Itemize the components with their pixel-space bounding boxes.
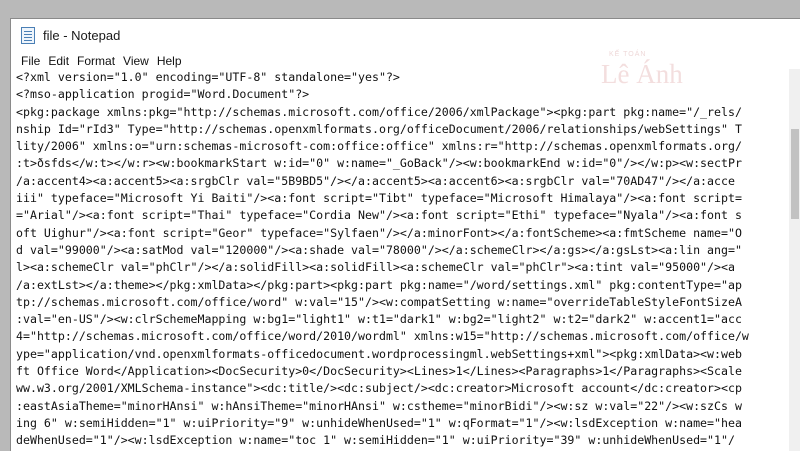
text-line: lity/2006" xmlns:o="urn:schemas-microsof… [16,139,742,154]
text-line: /a:extLst></a:theme></pkg:xmlData></pkg:… [16,277,742,292]
menu-help[interactable]: Help [153,54,186,68]
text-line: d val="99000"/><a:satMod val="120000"/><… [16,242,742,257]
text-line: deWhenUsed="1"/><w:lsdException w:name="… [16,433,735,448]
text-line: tp://schemas.microsoft.com/office/word" … [16,294,742,309]
watermark-small-text: KẾ TOÁN [609,51,647,58]
menu-edit[interactable]: Edit [44,54,73,68]
window-title: file - Notepad [43,27,121,43]
text-line: ing 6" w:semiHidden="1" w:uiPriority="9"… [16,415,742,430]
menu-format[interactable]: Format [73,54,119,68]
text-line: 4="http://schemas.microsoft.com/office/w… [16,329,749,344]
text-line: :eastAsiaTheme="minorHAnsi" w:hAnsiTheme… [16,398,742,413]
title-bar[interactable]: file - Notepad [11,19,800,51]
text-line: l><a:schemeClr val="phClr"/></a:solidFil… [16,260,735,275]
text-line: iii" typeface="Microsoft Yi Baiti"/><a:f… [16,191,742,206]
menu-file[interactable]: File [17,54,44,68]
text-line: ww.w3.org/2001/XMLSchema-instance"><dc:t… [16,381,742,396]
menu-view[interactable]: View [119,54,153,68]
text-editor-area[interactable]: <?xml version="1.0" encoding="UTF-8" sta… [11,69,800,451]
text-line: /a:accent4><a:accent5><a:srgbClr val="5B… [16,173,735,188]
text-line: oft Uighur"/><a:font script="Geor" typef… [16,225,742,240]
text-line: ype="application/vnd.openxmlformats-offi… [16,346,742,361]
text-line: :t>ðsfds</w:t></w:r><w:bookmarkStart w:i… [16,156,742,171]
watermark-brand-text: Lê Ánh [601,59,683,89]
watermark-logo: KẾ TOÁN Lê Ánh [551,51,701,111]
text-line: ft Office Word</Application><DocSecurity… [16,364,742,379]
text-line: nship Id="rId3" Type="http://schemas.ope… [16,121,742,136]
text-line: :val="en-US"/><w:clrSchemeMapping w:bg1=… [16,312,742,327]
scrollbar-thumb[interactable] [791,129,799,219]
text-line: ="Arial"/><a:font script="Thai" typeface… [16,208,742,223]
vertical-scrollbar[interactable] [789,69,800,451]
notepad-app-icon [21,26,35,44]
notepad-window: file - Notepad File Edit Format View Hel… [10,18,800,451]
